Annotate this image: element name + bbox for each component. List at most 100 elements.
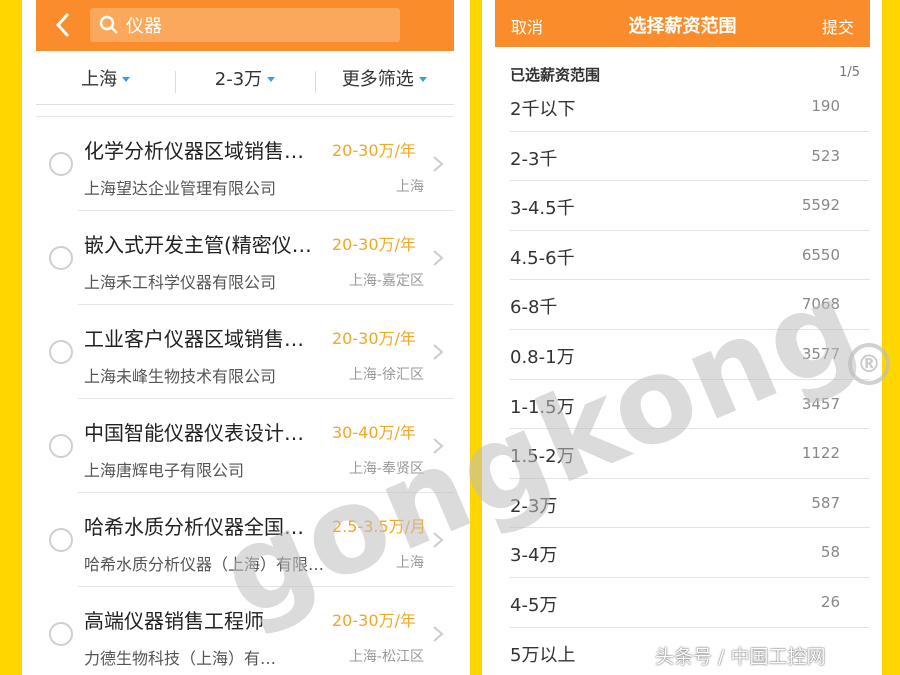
job-title: 化学分析仪器区域销售… bbox=[84, 139, 304, 163]
job-list-item[interactable]: 哈希水质分析仪器全国… 2.5-3.5万/月 哈希水质分析仪器（上海）有限… 上… bbox=[22, 493, 470, 587]
job-salary: 20-30万/年 bbox=[332, 235, 416, 254]
chevron-right-icon bbox=[433, 250, 444, 266]
picker-title: 选择薪资范围 bbox=[628, 16, 737, 37]
salary-option-label: 1.5-2万 bbox=[510, 446, 575, 468]
job-location: 上海-奉贤区 bbox=[348, 461, 424, 477]
job-list-item[interactable]: 高端仪器销售工程师 20-30万/年 力德生物科技（上海）有… 上海-松江区 bbox=[22, 587, 470, 675]
source-label: 头条号 / 中国工控网 bbox=[655, 646, 826, 668]
salary-option[interactable]: 3-4万 58 bbox=[482, 528, 882, 578]
salary-option[interactable]: 1.5-2万 1122 bbox=[482, 429, 882, 479]
salary-option-label: 5万以上 bbox=[510, 644, 576, 666]
back-button[interactable] bbox=[48, 8, 78, 42]
job-salary: 20-30万/年 bbox=[332, 611, 416, 630]
chevron-right-icon bbox=[433, 626, 444, 642]
job-salary: 20-30万/年 bbox=[332, 141, 416, 160]
job-company: 上海唐辉电子有限公司 bbox=[84, 461, 245, 480]
job-search-panel: 仪器 上海 2-3万 更多筛选 化学分析仪器区域销售… 20-30万/年 上海望… bbox=[22, 0, 470, 675]
job-salary: 30-40万/年 bbox=[332, 423, 416, 442]
salary-option-count: 5592 bbox=[801, 196, 840, 215]
caret-down-icon bbox=[267, 76, 276, 82]
job-list-item[interactable]: 化学分析仪器区域销售… 20-30万/年 上海望达企业管理有限公司 上海 bbox=[22, 117, 470, 211]
search-icon bbox=[94, 8, 124, 42]
select-radio[interactable] bbox=[49, 246, 73, 270]
caret-down-icon bbox=[418, 76, 427, 82]
salary-option-count: 190 bbox=[811, 97, 840, 115]
filter-bar: 上海 2-3万 更多筛选 bbox=[36, 56, 454, 100]
salary-option-count: 58 bbox=[820, 543, 840, 562]
job-salary: 2.5-3.5万/月 bbox=[332, 517, 427, 536]
submit-button[interactable]: 提交 bbox=[822, 14, 854, 38]
salary-option-count: 587 bbox=[811, 493, 840, 512]
chevron-left-icon bbox=[55, 12, 70, 38]
salary-option[interactable]: 3-4.5千 5592 bbox=[482, 181, 882, 231]
salary-option[interactable]: 4-5万 26 bbox=[482, 578, 882, 628]
chevron-right-icon bbox=[433, 156, 444, 172]
job-list-item[interactable]: 工业客户仪器区域销售… 20-30万/年 上海未峰生物技术有限公司 上海-徐汇区 bbox=[22, 305, 470, 399]
job-company: 上海禾工科学仪器有限公司 bbox=[84, 273, 277, 292]
caret-down-icon bbox=[122, 76, 131, 82]
chevron-right-icon bbox=[433, 344, 444, 360]
job-title: 高端仪器销售工程师 bbox=[84, 609, 264, 633]
divider bbox=[36, 104, 454, 105]
select-radio[interactable] bbox=[49, 434, 73, 458]
search-header: 仪器 bbox=[36, 0, 454, 51]
job-title: 哈希水质分析仪器全国… bbox=[84, 515, 304, 539]
select-radio[interactable] bbox=[49, 622, 73, 646]
salary-option-count: 7068 bbox=[801, 295, 840, 314]
job-title: 工业客户仪器区域销售… bbox=[84, 327, 304, 351]
salary-option-list: 2千以下 190 2-3千 523 3-4.5千 5592 4.5-6千 655… bbox=[482, 82, 882, 675]
job-salary: 20-30万/年 bbox=[332, 329, 416, 348]
job-location: 上海-徐汇区 bbox=[348, 367, 424, 383]
job-list: 化学分析仪器区域销售… 20-30万/年 上海望达企业管理有限公司 上海 嵌入式… bbox=[22, 117, 470, 675]
job-company: 上海未峰生物技术有限公司 bbox=[84, 367, 277, 386]
salary-picker-header: 取消 选择薪资范围 提交 bbox=[495, 0, 870, 47]
job-location: 上海 bbox=[396, 555, 424, 571]
salary-option-count: 3577 bbox=[801, 344, 840, 363]
salary-option-label: 4-5万 bbox=[510, 594, 558, 616]
salary-option-count: 3457 bbox=[801, 394, 840, 413]
job-location: 上海-松江区 bbox=[348, 649, 424, 665]
job-company: 上海望达企业管理有限公司 bbox=[84, 179, 277, 198]
salary-picker-panel: 取消 选择薪资范围 提交 已选薪资范围 1/5 2千以下 190 2-3千 52… bbox=[482, 0, 882, 675]
search-input[interactable]: 仪器 bbox=[90, 8, 400, 42]
job-company: 哈希水质分析仪器（上海）有限… bbox=[84, 555, 325, 574]
salary-option-label: 3-4.5千 bbox=[510, 198, 575, 220]
salary-option[interactable]: 2-3千 523 bbox=[482, 132, 882, 182]
salary-option[interactable]: 2-3万 587 bbox=[482, 479, 882, 529]
select-radio[interactable] bbox=[49, 340, 73, 364]
filter-more-label: 更多筛选 bbox=[341, 69, 414, 90]
salary-option-label: 1-1.5万 bbox=[510, 396, 575, 418]
salary-option[interactable]: 0.8-1万 3577 bbox=[482, 330, 882, 380]
job-title: 中国智能仪器仪表设计… bbox=[84, 421, 304, 445]
job-list-item[interactable]: 中国智能仪器仪表设计… 30-40万/年 上海唐辉电子有限公司 上海-奉贤区 bbox=[22, 399, 470, 493]
search-query[interactable]: 仪器 bbox=[126, 12, 162, 38]
salary-option[interactable]: 6-8千 7068 bbox=[482, 280, 882, 330]
salary-option-label: 2-3万 bbox=[510, 495, 558, 517]
salary-option-count: 1122 bbox=[801, 444, 840, 463]
chevron-right-icon bbox=[433, 532, 444, 548]
salary-option[interactable]: 4.5-6千 6550 bbox=[482, 231, 882, 281]
job-location: 上海-嘉定区 bbox=[348, 273, 424, 289]
chevron-right-icon bbox=[433, 438, 444, 454]
select-radio[interactable] bbox=[49, 528, 73, 552]
filter-salary[interactable]: 2-3万 bbox=[175, 65, 314, 93]
salary-option-label: 0.8-1万 bbox=[510, 346, 575, 368]
filter-city-label: 上海 bbox=[81, 69, 118, 90]
salary-option-label: 4.5-6千 bbox=[510, 247, 575, 269]
salary-option-label: 3-4万 bbox=[510, 545, 558, 567]
job-title: 嵌入式开发主管(精密仪… bbox=[84, 233, 312, 257]
job-list-item[interactable]: 嵌入式开发主管(精密仪… 20-30万/年 上海禾工科学仪器有限公司 上海-嘉定… bbox=[22, 211, 470, 305]
salary-option-count: 26 bbox=[820, 592, 840, 611]
select-radio[interactable] bbox=[49, 152, 73, 176]
salary-option-label: 2千以下 bbox=[510, 99, 576, 120]
page-indicator: 1/5 bbox=[839, 65, 860, 80]
salary-option[interactable]: 1-1.5万 3457 bbox=[482, 380, 882, 430]
filter-city[interactable]: 上海 bbox=[36, 65, 175, 91]
salary-option-label: 6-8千 bbox=[510, 297, 558, 319]
salary-option[interactable]: 2千以下 190 bbox=[482, 82, 882, 132]
filter-more[interactable]: 更多筛选 bbox=[314, 65, 454, 93]
filter-salary-label: 2-3万 bbox=[214, 69, 263, 90]
salary-option-count: 523 bbox=[811, 146, 840, 165]
salary-option-count: 6550 bbox=[801, 245, 840, 264]
job-company: 力德生物科技（上海）有… bbox=[84, 649, 277, 668]
